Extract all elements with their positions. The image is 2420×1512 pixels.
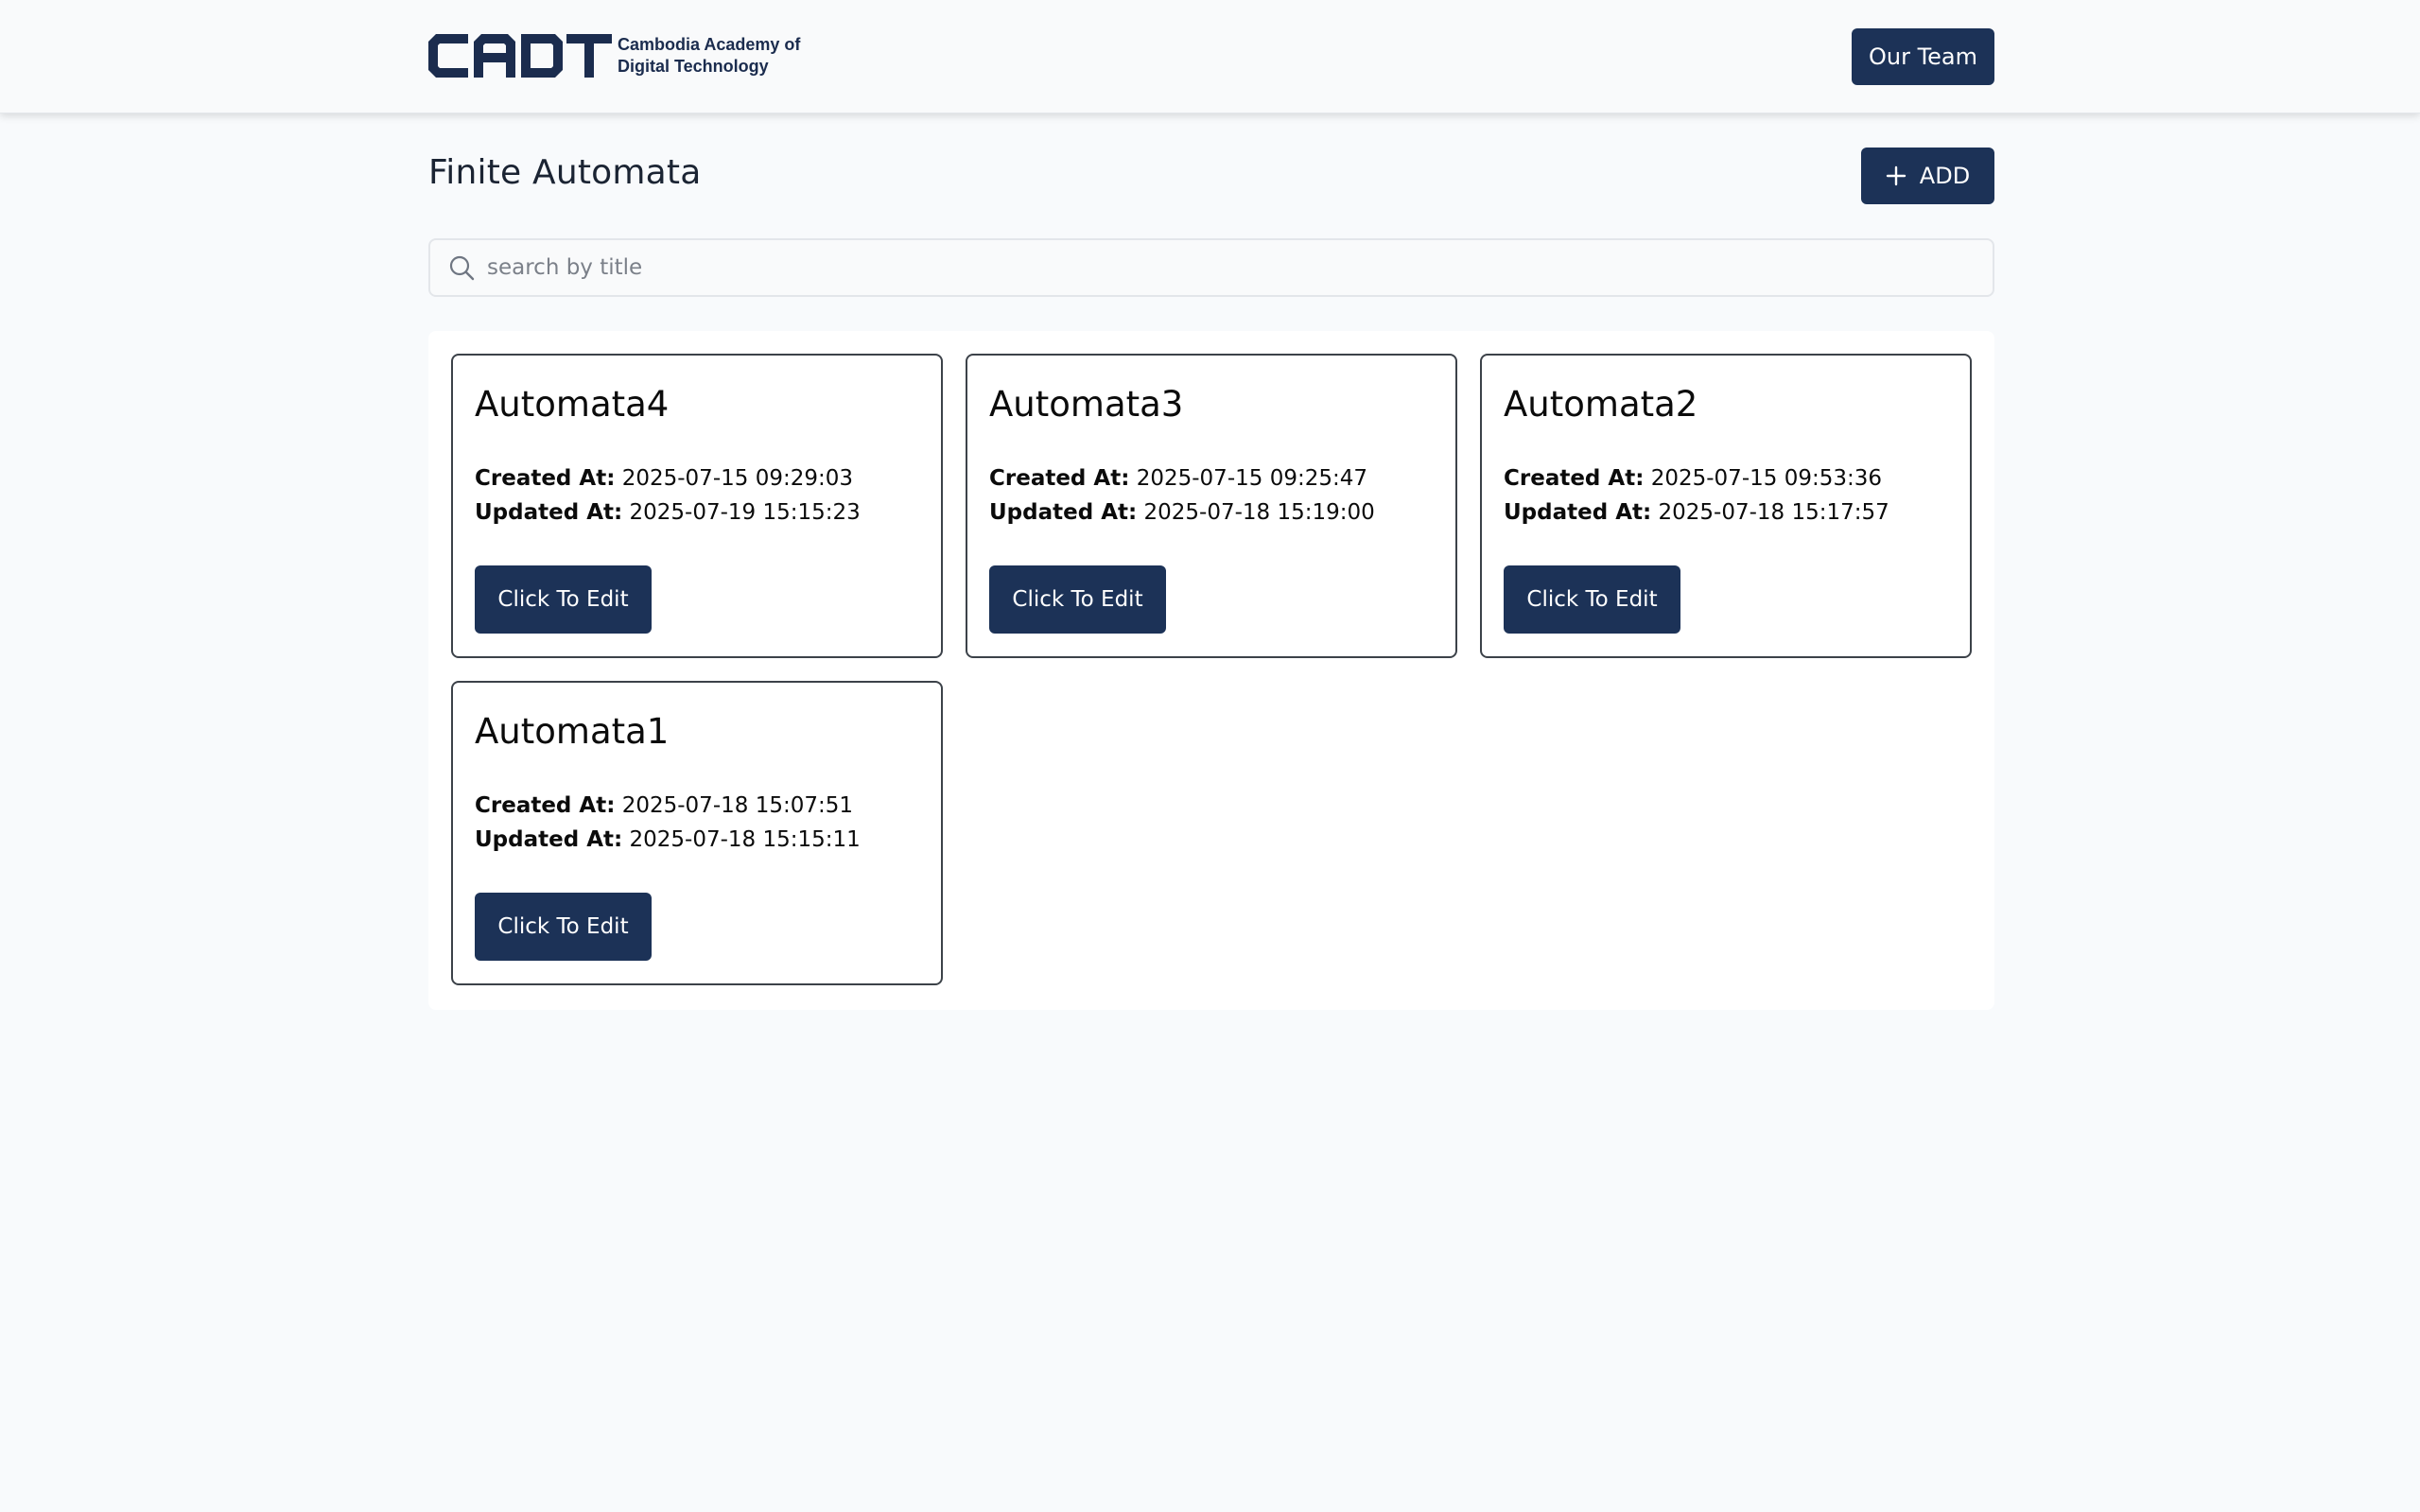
- updated-value: 2025-07-19 15:15:23: [629, 500, 861, 525]
- card-title: Automata1: [475, 711, 670, 752]
- updated-value: 2025-07-18 15:15:11: [629, 827, 861, 852]
- updated-row: Updated At: 2025-07-18 15:15:11: [475, 823, 861, 857]
- logo-text: Cambodia Academy of Digital Technology: [618, 34, 800, 78]
- search-bar[interactable]: [428, 238, 1994, 297]
- edit-button[interactable]: Click To Edit: [475, 565, 652, 634]
- created-label: Created At:: [475, 466, 616, 491]
- created-value: 2025-07-15 09:53:36: [1650, 466, 1882, 491]
- top-header: Cambodia Academy of Digital Technology O…: [0, 0, 2420, 113]
- page-title: Finite Automata: [428, 153, 702, 192]
- search-input[interactable]: [485, 254, 1907, 281]
- automata-list-panel: Automata4 Created At: 2025-07-15 09:29:0…: [428, 331, 1994, 1010]
- created-label: Created At:: [989, 466, 1130, 491]
- created-row: Created At: 2025-07-15 09:25:47: [989, 461, 1375, 495]
- card-meta: Created At: 2025-07-18 15:07:51 Updated …: [475, 789, 861, 857]
- card-title: Automata2: [1504, 384, 1698, 425]
- cadt-logo[interactable]: Cambodia Academy of Digital Technology: [428, 32, 800, 79]
- add-button[interactable]: ADD: [1861, 148, 1994, 204]
- logo-line-1: Cambodia Academy of: [618, 35, 801, 54]
- automata-card: Automata1 Created At: 2025-07-18 15:07:5…: [451, 681, 943, 985]
- created-value: 2025-07-18 15:07:51: [621, 793, 853, 818]
- edit-button[interactable]: Click To Edit: [989, 565, 1166, 634]
- updated-row: Updated At: 2025-07-18 15:17:57: [1504, 495, 1889, 530]
- automata-card: Automata2 Created At: 2025-07-15 09:53:3…: [1480, 354, 1972, 658]
- created-label: Created At:: [1504, 466, 1645, 491]
- updated-label: Updated At:: [475, 500, 623, 525]
- search-icon: [449, 255, 475, 281]
- logo-line-2: Digital Technology: [618, 57, 769, 76]
- created-label: Created At:: [475, 793, 616, 818]
- add-button-label: ADD: [1919, 163, 1971, 189]
- card-title: Automata4: [475, 384, 670, 425]
- created-value: 2025-07-15 09:29:03: [621, 466, 853, 491]
- automata-card: Automata3 Created At: 2025-07-15 09:25:4…: [966, 354, 1457, 658]
- card-meta: Created At: 2025-07-15 09:53:36 Updated …: [1504, 461, 1889, 530]
- updated-row: Updated At: 2025-07-19 15:15:23: [475, 495, 861, 530]
- edit-button[interactable]: Click To Edit: [475, 893, 652, 961]
- updated-label: Updated At:: [1504, 500, 1652, 525]
- created-row: Created At: 2025-07-15 09:53:36: [1504, 461, 1889, 495]
- updated-label: Updated At:: [989, 500, 1138, 525]
- cadt-logo-mark: [428, 34, 612, 78]
- edit-button[interactable]: Click To Edit: [1504, 565, 1680, 634]
- card-title: Automata3: [989, 384, 1184, 425]
- updated-row: Updated At: 2025-07-18 15:19:00: [989, 495, 1375, 530]
- updated-label: Updated At:: [475, 827, 623, 852]
- automata-card: Automata4 Created At: 2025-07-15 09:29:0…: [451, 354, 943, 658]
- created-row: Created At: 2025-07-18 15:07:51: [475, 789, 861, 823]
- updated-value: 2025-07-18 15:19:00: [1143, 500, 1375, 525]
- created-value: 2025-07-15 09:25:47: [1136, 466, 1367, 491]
- plus-icon: [1886, 165, 1906, 186]
- card-meta: Created At: 2025-07-15 09:25:47 Updated …: [989, 461, 1375, 530]
- created-row: Created At: 2025-07-15 09:29:03: [475, 461, 861, 495]
- updated-value: 2025-07-18 15:17:57: [1658, 500, 1889, 525]
- our-team-button[interactable]: Our Team: [1852, 28, 1994, 85]
- card-meta: Created At: 2025-07-15 09:29:03 Updated …: [475, 461, 861, 530]
